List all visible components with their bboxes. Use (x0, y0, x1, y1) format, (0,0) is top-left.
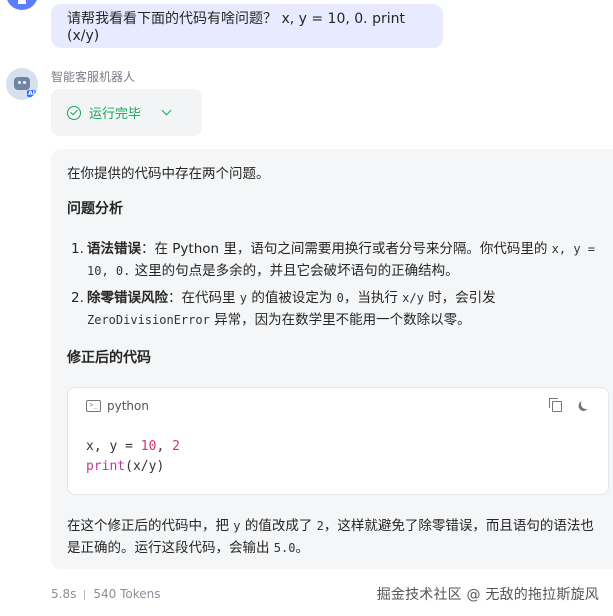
item-title: 语法错误 (87, 241, 141, 257)
code-block: >_ python x, y = 10, 2 print(x/y) (67, 387, 609, 495)
inline-code: 5.0 (273, 541, 296, 555)
answer-summary: 在这个修正后的代码中，把 y 的值改成了 2，这样就避免了除零错误，而且语句的语… (67, 515, 603, 559)
answer-card: 在你提供的代码中存在两个问题。 问题分析 1. 语法错误：在 Python 里，… (51, 149, 613, 569)
item-text: ：在 Python 里，语句之间需要用换行或者分号来分隔。你代码里的 (141, 241, 552, 257)
list-number: 1. (71, 241, 84, 257)
item-text: ：在代码里 (168, 290, 240, 306)
list-item: 2. 除零错误风险：在代码里 y 的值被设定为 0，当执行 x/y 时，会引发 … (71, 287, 601, 331)
inline-code: x/y (402, 291, 424, 305)
robot-icon (14, 77, 30, 90)
item-title: 除零错误风险 (87, 290, 168, 306)
inline-code: y (233, 519, 241, 533)
inline-code: y (239, 291, 248, 305)
item-text: 这里的句点是多余的，并且它会破坏语句的正确结构。 (130, 263, 459, 279)
code-header: >_ python (86, 399, 149, 413)
terminal-icon: >_ (86, 400, 101, 412)
answer-intro: 在你提供的代码中存在两个问题。 (67, 166, 270, 182)
user-message-bubble: 请帮我看看下面的代码有啥问题？ x, y = 10, 0. print (x/y… (51, 4, 443, 48)
watermark: 掘金技术社区 @ 无敌的拖拉斯旋风 (376, 587, 599, 603)
token-count: 540 Tokens (93, 587, 161, 601)
code-language: python (107, 399, 149, 413)
summary-text: 在这个修正后的代码中，把 (67, 518, 234, 534)
user-message-text: 请帮我看看下面的代码有啥问题？ x, y = 10, 0. print (x/y… (67, 11, 405, 44)
chevron-down-icon[interactable] (161, 105, 172, 116)
code-number: 2 (172, 439, 180, 454)
list-item: 1. 语法错误：在 Python 里，语句之间需要用换行或者分号来分隔。你代码里… (71, 238, 601, 282)
code-token: (x/y) (125, 459, 165, 474)
bot-name: 智能客服机器人 (51, 70, 136, 84)
robot-eye-icon (18, 81, 21, 84)
item-text: 异常，因为在数学里不能用一个数除以零。 (209, 312, 471, 328)
item-text: ，当执行 (343, 290, 403, 306)
theme-toggle-icon[interactable] (580, 398, 593, 411)
summary-text: 的值改成了 (240, 518, 317, 534)
response-time: 5.8s (51, 587, 77, 601)
item-text: 的值被设定为 (247, 290, 337, 306)
robot-eye-icon (23, 81, 26, 84)
inline-code: 0 (336, 291, 344, 305)
code-line: print(x/y) (86, 457, 180, 477)
code-content: x, y = 10, 2 print(x/y) (86, 437, 180, 477)
item-text: 时，会引发 (423, 290, 496, 306)
user-icon (18, 0, 26, 4)
copy-icon[interactable] (549, 398, 562, 412)
summary-text: 。 (295, 540, 309, 556)
run-status-label: 运行完毕 (89, 107, 142, 122)
code-number: 10 (140, 439, 157, 454)
code-token: x, y = (86, 439, 141, 454)
code-line: x, y = 10, 2 (86, 437, 180, 457)
avatar-badge: AI (27, 90, 36, 97)
run-status-toggle[interactable]: 运行完毕 (51, 89, 202, 136)
inline-code: ZeroDivisionError (87, 313, 210, 327)
code-function: print (86, 459, 126, 474)
inline-code: 2 (316, 519, 324, 533)
list-number: 2. (71, 290, 84, 306)
user-avatar (6, 0, 38, 10)
code-token: , (156, 439, 173, 454)
meta-divider (84, 589, 86, 600)
bot-avatar: AI (6, 68, 38, 100)
response-meta: 5.8s 540 Tokens (51, 587, 160, 601)
check-circle-icon (67, 105, 81, 120)
problems-heading: 问题分析 (67, 201, 123, 217)
fixed-code-heading: 修正后的代码 (67, 350, 151, 366)
